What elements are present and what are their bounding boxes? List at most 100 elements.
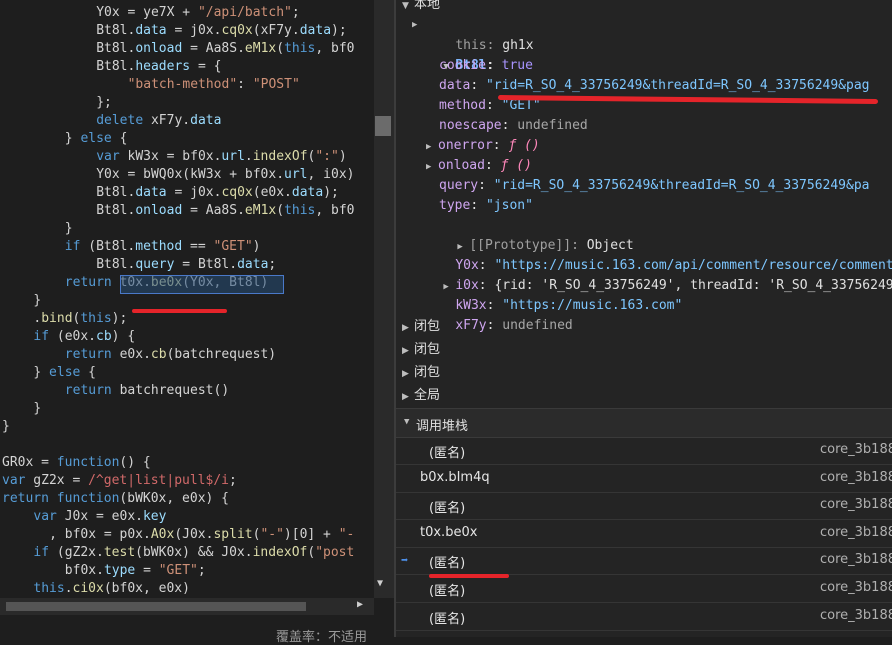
code-token: = Aa8S. xyxy=(182,41,245,56)
code-line: Y0x = ye7X + "/api/batch"; xyxy=(96,4,300,22)
code-token: ; xyxy=(197,563,206,578)
bt8l-prop-onerror[interactable]: ▶ onerror: ƒ () xyxy=(426,136,540,156)
scope-entry-bt8l[interactable]: ▼ Bt8l: xyxy=(412,36,494,73)
code-token: return xyxy=(64,383,112,398)
callstack-frame[interactable]: (匿名) core_3b188 xyxy=(396,492,892,521)
prop-value: true xyxy=(501,58,533,73)
bt8l-prop-data[interactable]: data: "rid=R_SO_4_33756249&threadId=R_SO… xyxy=(439,76,869,96)
code-token: test xyxy=(103,545,136,560)
code-token: ci0x xyxy=(72,581,104,596)
scope-local-header[interactable]: ▼ 本地 xyxy=(402,0,440,16)
code-token: = Aa8S. xyxy=(182,203,245,218)
frame-location-link[interactable]: core_3b188 xyxy=(820,525,892,540)
scroll-down-icon[interactable]: ▼ xyxy=(377,578,383,589)
code-token: Y0x = bWQ0x(kW3x + bf0x. xyxy=(96,167,285,182)
code-token: } xyxy=(33,401,42,416)
code-token: ( xyxy=(276,41,285,56)
code-token: cb xyxy=(96,329,112,344)
prop-value: ƒ () xyxy=(500,158,532,173)
code-token: Y0x = ye7X + xyxy=(96,5,198,20)
scope-closure-1[interactable]: ▶ 闭包 xyxy=(402,316,440,338)
prop-key: data xyxy=(439,78,471,93)
code-line: Bt8l.headers = { xyxy=(96,58,221,76)
code-line: Bt8l.data = j0x.cq0x(xF7y.data); xyxy=(96,22,347,40)
code-line: if (e0x.cb) { xyxy=(33,328,135,346)
code-token: A0x xyxy=(150,527,175,542)
code-line: "batch-method": "POST" xyxy=(128,76,300,94)
callstack-frame[interactable]: (匿名) core_3b188 xyxy=(396,437,892,465)
code-token: "/api/batch" xyxy=(197,5,292,20)
code-token: } xyxy=(33,365,50,380)
scope-entry-this[interactable]: this: gh1x xyxy=(424,16,533,53)
frame-location-link[interactable]: core_3b188 xyxy=(820,552,892,567)
code-token: onload xyxy=(135,41,183,56)
debugger-sidebar: ▼ 本地 this: gh1x ▶ ▼ Bt8l: cookie: true data… xyxy=(396,0,892,637)
scope-closure-3[interactable]: ▶ 闭包 xyxy=(402,362,440,384)
callstack-header[interactable]: ▼ 调用堆栈 xyxy=(396,408,892,438)
code-token: data xyxy=(135,23,167,38)
frame-name: (匿名) xyxy=(429,446,466,461)
scope-entry-y0x[interactable]: Y0x: "https://music.163.com/api/comment/… xyxy=(424,236,892,273)
bt8l-prop-query[interactable]: query: "rid=R_SO_4_33756249&threadId=R_S… xyxy=(439,176,869,196)
bt8l-prop-noescape[interactable]: noescape: undefined xyxy=(439,116,588,136)
collapsed-arrow-icon[interactable]: ▶ xyxy=(412,20,424,30)
code-token: (bWK0x, e0x) { xyxy=(119,491,229,506)
code-token: (bWK0x) && J0x. xyxy=(135,545,253,560)
bt8l-prop-cookie[interactable]: cookie: true xyxy=(439,56,533,76)
frame-name: t0x.be0x xyxy=(420,524,478,540)
code-editor[interactable]: Y0x = ye7X + "/api/batch"; Bt8l.data = j0… xyxy=(0,0,374,598)
code-token: data xyxy=(135,185,167,200)
callstack-frame[interactable]: ➡ (匿名) core_3b188 xyxy=(396,547,892,576)
code-line: .bind(this); xyxy=(33,310,127,328)
code-token: /^get|list|pull$/i xyxy=(88,473,229,488)
editor-hscroll-thumb[interactable] xyxy=(6,602,306,611)
code-line: } else { xyxy=(33,364,96,382)
scope-entry-i0x[interactable]: ▶ i0x: {rid: 'R_SO_4_33756249', threadId:… xyxy=(412,256,892,293)
code-token: , bf0x = p0x. xyxy=(49,527,151,542)
callstack-frame[interactable]: (匿名) core_3b188 xyxy=(396,575,892,603)
scroll-right-icon[interactable]: ▶ xyxy=(357,599,363,610)
callstack-frame[interactable]: b0x.bIm4q core_3b188 xyxy=(396,465,892,493)
prop-key: cookie xyxy=(439,58,486,73)
scope-entry-xf7y[interactable]: xF7y: undefined xyxy=(424,296,572,333)
code-token: ) xyxy=(338,149,347,164)
code-token: if xyxy=(33,329,50,344)
scope-global[interactable]: ▶ 全局 xyxy=(402,385,440,407)
scope-entry-prototype[interactable]: ▶ [[Prototype]]: Object xyxy=(426,216,633,253)
code-token: (e0x. xyxy=(252,185,292,200)
scope-closure-2[interactable]: ▶ 闭包 xyxy=(402,339,440,361)
code-token: ); xyxy=(331,23,347,38)
code-token: return xyxy=(64,275,112,290)
bt8l-prop-onload[interactable]: ▶ onload: ƒ () xyxy=(426,156,532,176)
code-token: data xyxy=(190,113,222,128)
frame-location-link[interactable]: core_3b188 xyxy=(820,442,892,457)
frame-location-link[interactable]: core_3b188 xyxy=(820,580,892,595)
code-token: ); xyxy=(111,311,128,326)
frame-location-link[interactable]: core_3b188 xyxy=(820,497,892,512)
annotation-underline xyxy=(497,95,879,104)
callstack-frame[interactable]: (匿名) core_3b188 xyxy=(396,603,892,631)
code-token: J0x = e0x. xyxy=(56,509,143,524)
callstack-frame[interactable]: t0x.be0x core_3b188 xyxy=(396,520,892,548)
code-token: (Bt8l. xyxy=(80,239,136,254)
code-token: Bt8l. xyxy=(96,41,136,56)
editor-vertical-scrollbar[interactable] xyxy=(374,0,394,598)
code-line: }; xyxy=(96,94,112,112)
code-token: data xyxy=(291,185,324,200)
code-token: return xyxy=(64,347,112,362)
code-token: ; xyxy=(291,5,300,20)
code-line: Bt8l.onload = Aa8S.eM1x(this, bf0 xyxy=(96,40,354,58)
code-line: return e0x.cb(batchrequest) xyxy=(65,346,276,364)
frame-name: (匿名) xyxy=(429,556,466,572)
scope-entry-kw3x[interactable]: kW3x: "https://music.163.com" xyxy=(424,276,682,313)
code-token: cb xyxy=(150,347,167,362)
frame-location-link[interactable]: core_3b188 xyxy=(820,470,892,485)
code-line: } xyxy=(2,418,10,436)
prop-value: "rid=R_SO_4_33756249&threadId=R_SO_4_337… xyxy=(493,178,870,193)
bt8l-prop-type[interactable]: type: "json" xyxy=(439,196,533,216)
frame-location-link[interactable]: core_3b188 xyxy=(820,608,892,623)
collapsed-arrow-icon: ▶ xyxy=(402,392,409,402)
collapsed-arrow-icon: ▶ xyxy=(402,346,409,356)
editor-scroll-thumb[interactable] xyxy=(375,116,391,136)
